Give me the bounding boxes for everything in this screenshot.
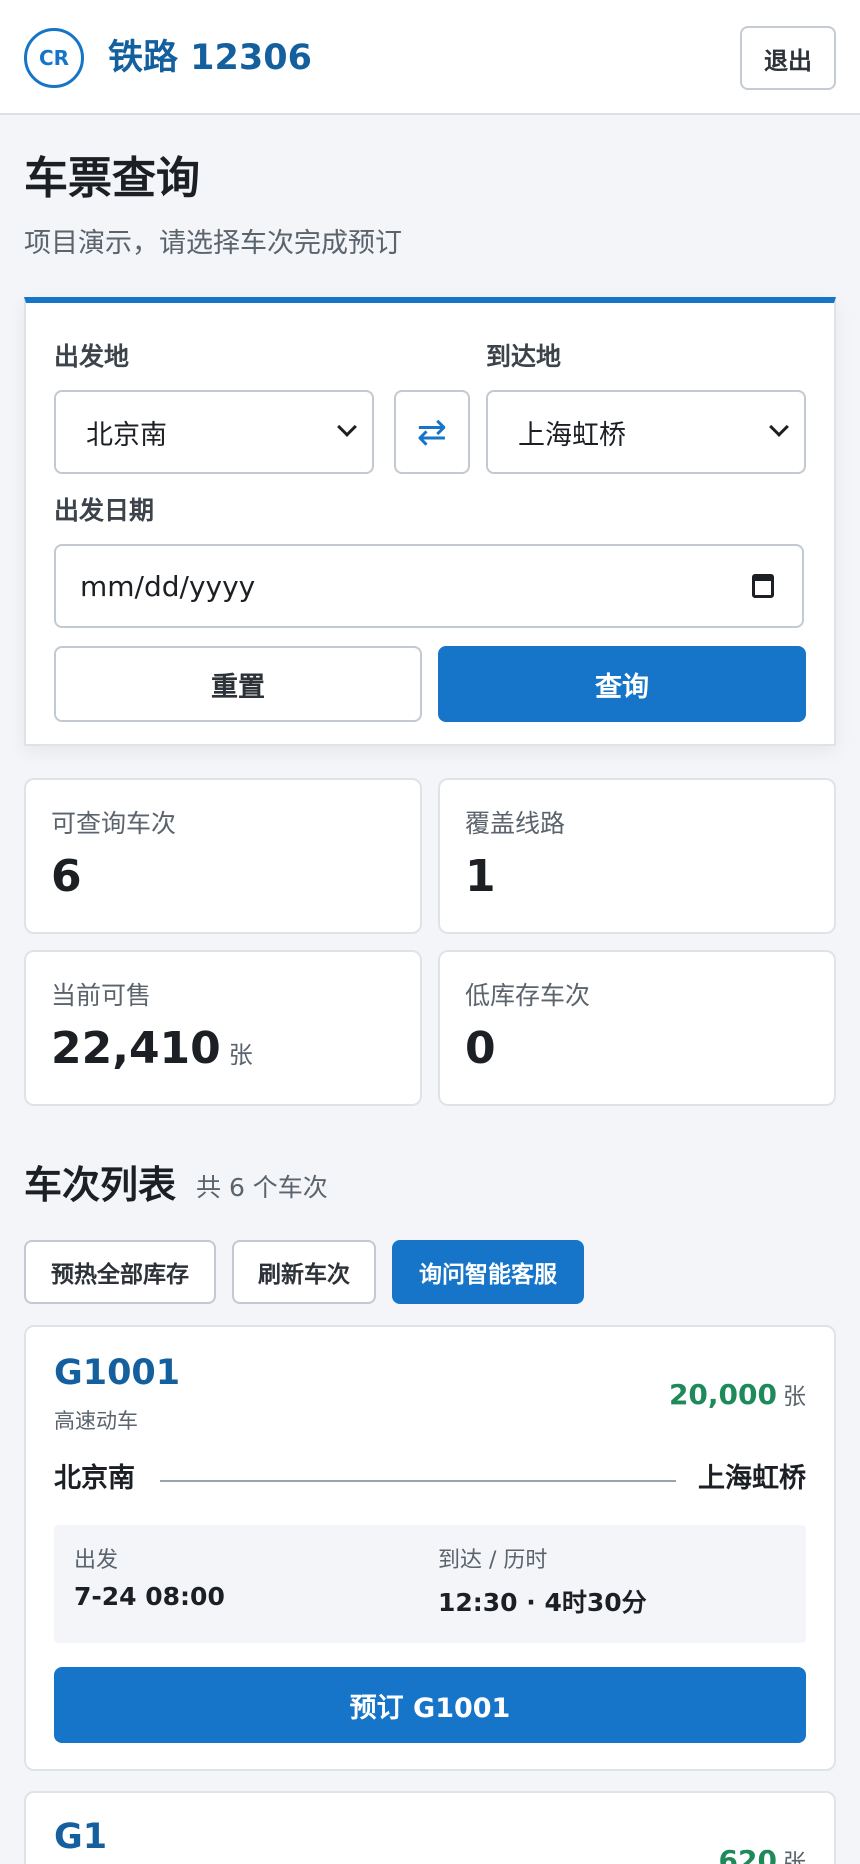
stat-label: 当前可售 (51, 981, 152, 1010)
stat-unit: 张 (228, 1041, 253, 1069)
from-label: 出发地 (54, 342, 130, 371)
train-type: 高速动车 (54, 1409, 138, 1433)
page-title: 车票查询 (24, 153, 200, 204)
book-train-button[interactable]: 预订 G1001 (54, 1667, 806, 1743)
date-placeholder: mm/dd/yyyy (80, 569, 256, 603)
ticket-count: 620 张 (719, 1843, 806, 1864)
arrive-time-duration: 12:30 · 4时30分 (438, 1588, 647, 1617)
arrive-label: 到达 / 历时 (438, 1548, 548, 1573)
to-station-value: 上海虹桥 (518, 419, 626, 451)
query-button[interactable]: 查询 (438, 646, 806, 722)
date-label: 出发日期 (54, 496, 155, 525)
stat-label: 覆盖线路 (465, 809, 566, 838)
ticket-count-value: 20,000 (668, 1378, 777, 1411)
swap-icon: ⇄ (416, 411, 448, 453)
stat-value: 22,410 (51, 1023, 221, 1074)
destination-station: 上海虹桥 (698, 1463, 806, 1494)
reset-button[interactable]: 重置 (54, 646, 422, 722)
ticket-count-value: 620 (718, 1844, 777, 1864)
route-line (160, 1480, 676, 1482)
ticket-unit: 张 (783, 1384, 806, 1410)
stat-value: 0 (465, 1023, 496, 1074)
stat-card-available: 当前可售 22,410 张 (24, 950, 422, 1106)
from-station-value: 北京南 (86, 419, 167, 451)
depart-time: 7-24 08:00 (74, 1582, 225, 1611)
chevron-down-icon (769, 417, 789, 437)
train-number: G1 (54, 1817, 108, 1857)
stat-card-routes: 覆盖线路 1 (438, 778, 836, 934)
depart-label: 出发 (74, 1548, 119, 1573)
search-form: 出发地 北京南 ⇄ 到达地 上海虹桥 出发日期 mm/dd/yyyy 重置 查询 (24, 297, 836, 746)
ticket-unit: 张 (783, 1850, 806, 1864)
schedule-info: 出发 7-24 08:00 到达 / 历时 12:30 · 4时30分 (54, 1525, 806, 1643)
cr-logo-icon: CR (24, 28, 84, 88)
train-card: G1 620 张 (24, 1791, 836, 1864)
train-list-title: 车次列表 (24, 1163, 177, 1207)
stat-value: 6 (51, 851, 82, 902)
swap-stations-button[interactable]: ⇄ (394, 390, 470, 474)
logout-button[interactable]: 退出 (740, 26, 836, 90)
train-card: G1001 高速动车 20,000 张 北京南 上海虹桥 出发 7-24 08:0… (24, 1325, 836, 1771)
train-number: G1001 (54, 1353, 181, 1393)
departure-date-input[interactable]: mm/dd/yyyy (54, 544, 804, 628)
stat-card-low-stock: 低库存车次 0 (438, 950, 836, 1106)
page-subtitle: 项目演示，请选择车次完成预订 (24, 228, 402, 259)
to-station-select[interactable]: 上海虹桥 (486, 390, 806, 474)
stat-label: 低库存车次 (465, 981, 591, 1010)
origin-station: 北京南 (54, 1463, 135, 1494)
app-header: CR 铁路 12306 退出 (0, 0, 860, 115)
stat-value-row: 22,410 张 (51, 1022, 253, 1082)
ticket-count: 20,000 张 (669, 1377, 806, 1415)
stat-card-trains: 可查询车次 6 (24, 778, 422, 934)
stat-value: 1 (465, 851, 496, 902)
refresh-trains-button[interactable]: 刷新车次 (232, 1240, 376, 1304)
brand-title: 铁路 12306 (108, 38, 312, 78)
calendar-icon[interactable] (752, 574, 774, 598)
chevron-down-icon (337, 417, 357, 437)
train-list-count: 共 6 个车次 (196, 1173, 328, 1202)
prewarm-stock-button[interactable]: 预热全部库存 (24, 1240, 216, 1304)
ask-ai-assistant-button[interactable]: 询问智能客服 (392, 1240, 584, 1304)
stat-label: 可查询车次 (51, 809, 177, 838)
from-station-select[interactable]: 北京南 (54, 390, 374, 474)
to-label: 到达地 (486, 342, 562, 371)
